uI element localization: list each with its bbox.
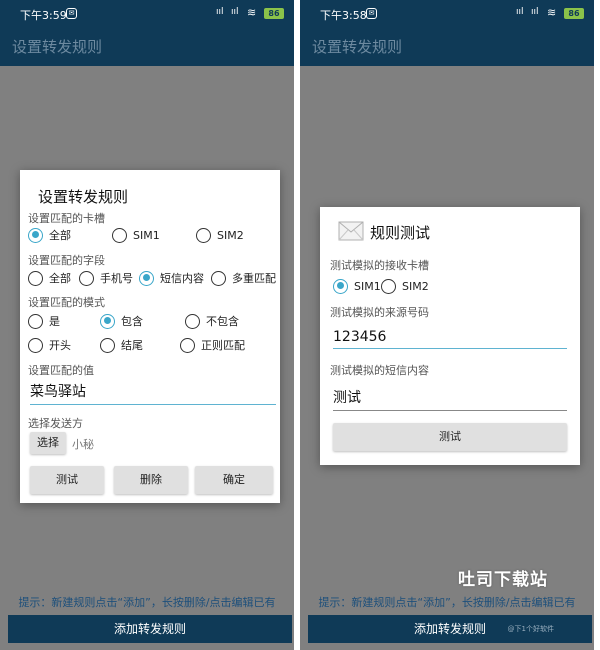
dialog-title: 设置转发规则 [38, 188, 129, 206]
run-test-button[interactable]: 测试 [333, 423, 567, 451]
dialog-title: 规则测试 [370, 224, 431, 242]
signal-icon: ııl [531, 7, 539, 17]
left-screen: 下午3:59 ✉ ııl ııl ≋ 86 设置转发规则 设置转发规则 设置匹配… [0, 0, 294, 650]
add-rule-button[interactable]: 添加转发规则 [8, 615, 292, 643]
sender-label: 选择发送方 [28, 417, 83, 430]
mode-label: 设置匹配的模式 [28, 296, 105, 309]
wifi-icon: ≋ [547, 6, 557, 19]
radio-field-phone[interactable]: 手机号 [79, 269, 133, 287]
signal-icon: ııl [516, 7, 524, 17]
status-bar: 下午3:58 ✉ ııl ııl ≋ 86 [300, 0, 594, 28]
battery-icon: 86 [264, 8, 284, 19]
content-label: 测试模拟的短信内容 [330, 364, 429, 377]
rule-dialog: 设置转发规则 设置匹配的卡槽 全部 SIM1 SIM2 设置匹配的字段 全部 手… [20, 170, 280, 503]
radio-field-all[interactable]: 全部 [28, 269, 71, 287]
radio-sim2[interactable]: SIM2 [381, 277, 429, 295]
radio-field-content[interactable]: 短信内容 [139, 269, 204, 287]
test-button[interactable]: 测试 [30, 466, 104, 494]
radio-mode-starts[interactable]: 开头 [28, 336, 71, 354]
select-sender-button[interactable]: 选择 [30, 432, 66, 454]
signal-icon: ııl [216, 7, 224, 17]
from-label: 测试模拟的来源号码 [330, 306, 429, 319]
field-label: 设置匹配的字段 [28, 254, 105, 267]
radio-sim-all[interactable]: 全部 [28, 226, 71, 244]
app-bar: 设置转发规则 [0, 28, 294, 66]
wifi-icon: ≋ [247, 6, 257, 19]
radio-field-multi[interactable]: 多重匹配 [211, 269, 276, 287]
app-bar: 设置转发规则 [300, 28, 594, 66]
radio-mode-is[interactable]: 是 [28, 312, 60, 330]
test-dialog: 规则测试 测试模拟的接收卡槽 SIM1 SIM2 测试模拟的来源号码 12345… [320, 207, 580, 465]
radio-sim1[interactable]: SIM1 [112, 226, 160, 244]
radio-mode-ends[interactable]: 结尾 [100, 336, 143, 354]
radio-mode-regex[interactable]: 正则匹配 [180, 336, 245, 354]
sms-content-input[interactable]: 测试 [333, 387, 567, 411]
sim-label: 设置匹配的卡槽 [28, 212, 105, 225]
app-title: 设置转发规则 [312, 38, 403, 56]
notification-icon: ✉ [366, 8, 377, 19]
value-label: 设置匹配的值 [28, 364, 94, 377]
envelope-icon [338, 221, 364, 241]
match-value-input[interactable]: 菜鸟驿站 [30, 381, 276, 405]
hint-text: 提示：新建规则点击“添加”，长按删除/点击编辑已有 [318, 596, 576, 609]
sim-label: 测试模拟的接收卡槽 [330, 259, 429, 272]
watermark-small: @下1个好软件 [507, 625, 554, 633]
hint-text: 提示：新建规则点击“添加”，长按删除/点击编辑已有 [18, 596, 276, 609]
from-number-input[interactable]: 123456 [333, 329, 567, 349]
status-time: 下午3:59 [20, 9, 67, 22]
right-screen: 下午3:58 ✉ ııl ııl ≋ 86 设置转发规则 规则测试 测试模拟的接… [300, 0, 594, 650]
notification-icon: ✉ [66, 8, 77, 19]
signal-icon: ııl [231, 7, 239, 17]
radio-sim1[interactable]: SIM1 [333, 277, 381, 295]
status-time: 下午3:58 [320, 9, 367, 22]
radio-sim2[interactable]: SIM2 [196, 226, 244, 244]
radio-mode-not-contains[interactable]: 不包含 [185, 312, 239, 330]
confirm-button[interactable]: 确定 [195, 466, 273, 494]
battery-icon: 86 [564, 8, 584, 19]
status-bar: 下午3:59 ✉ ııl ııl ≋ 86 [0, 0, 294, 28]
radio-mode-contains[interactable]: 包含 [100, 312, 143, 330]
app-title: 设置转发规则 [12, 38, 103, 56]
delete-button[interactable]: 删除 [114, 466, 188, 494]
watermark-logo: 吐司下载站 [458, 570, 548, 590]
sender-value: 小秘 [72, 438, 94, 451]
